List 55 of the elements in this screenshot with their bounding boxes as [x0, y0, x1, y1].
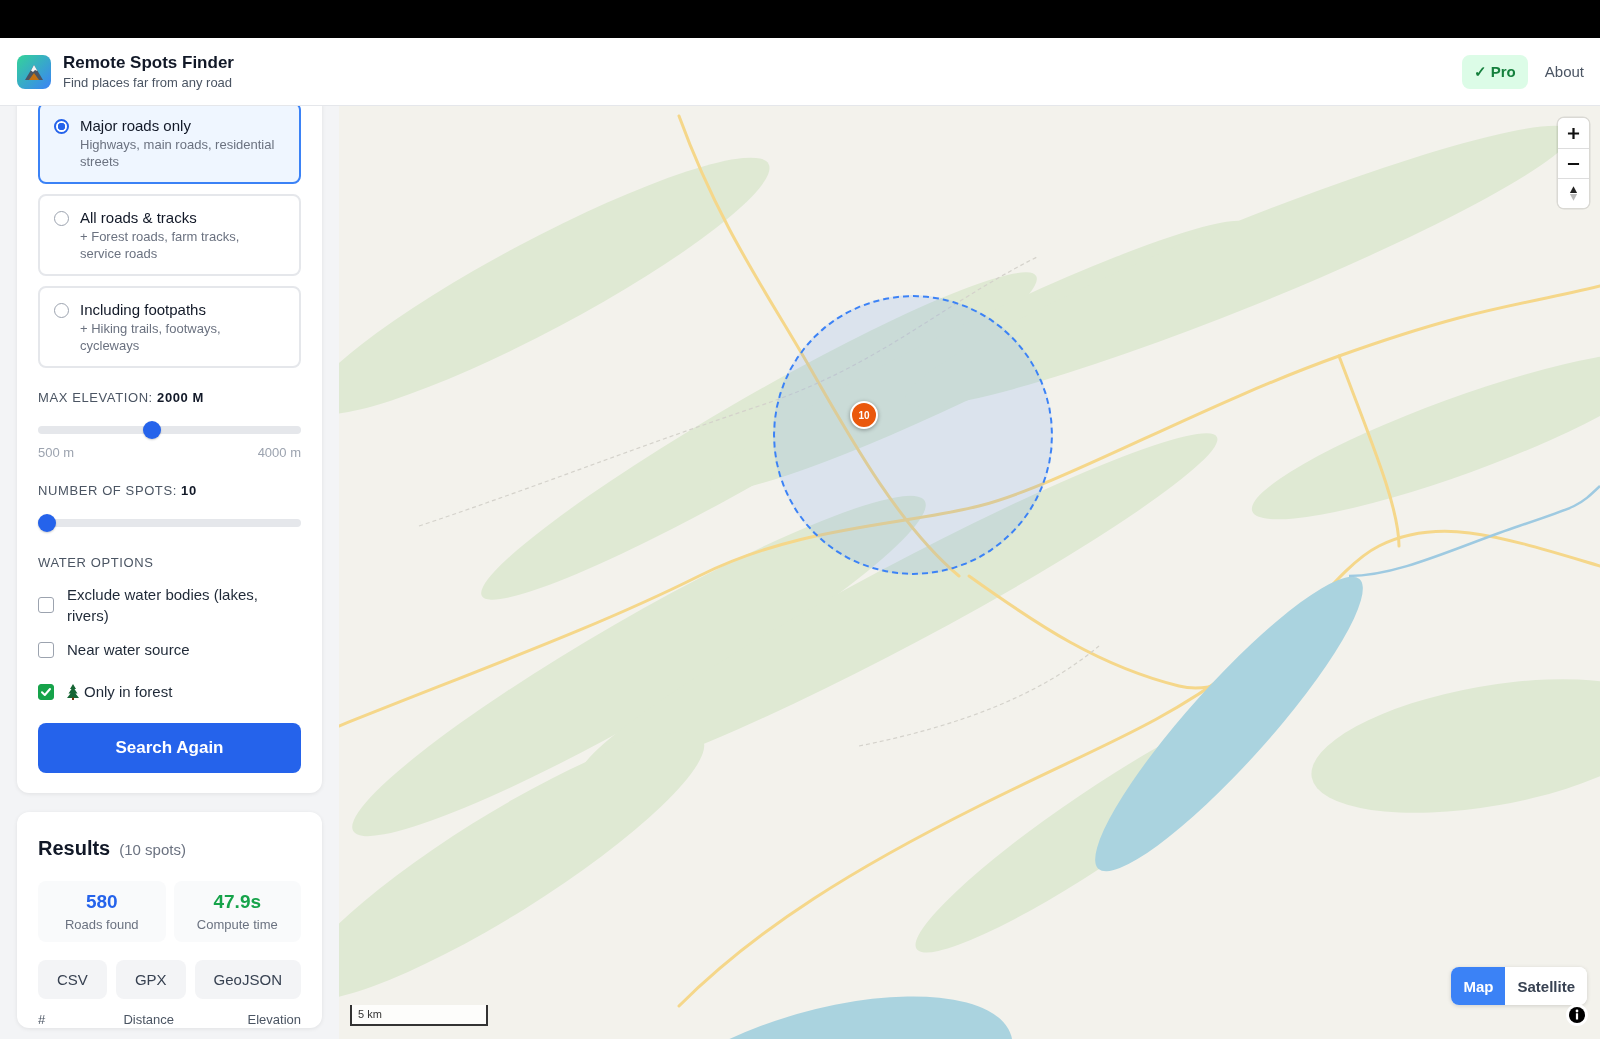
scale-bar: 5 km: [350, 1005, 488, 1026]
section-heading: WATER OPTIONS: [38, 555, 155, 571]
info-icon[interactable]: [1566, 1004, 1588, 1026]
option-title: Including footpaths: [80, 300, 207, 320]
app-title: Remote Spots Finder: [63, 52, 234, 73]
tree-icon: [67, 683, 79, 700]
checkbox-label: Only in forest: [84, 682, 173, 702]
stat-value: 47.9s: [213, 891, 261, 913]
results-title: Results: [38, 836, 111, 860]
road-option-card[interactable]: All roads & tracks + Forest roads, farm tracks, service roads: [38, 194, 301, 276]
elevation-slider[interactable]: [38, 421, 301, 439]
option-description: + Hiking trails, footways, cycleways: [80, 320, 222, 354]
column-header: #: [38, 1012, 47, 1028]
compass-icon: [1569, 186, 1578, 201]
map-type-tab[interactable]: Satellite: [1505, 967, 1587, 1005]
radio-button[interactable]: [54, 302, 69, 318]
road-option-card[interactable]: Major roads only Highways, main roads, residential streets: [38, 106, 301, 184]
radio-button[interactable]: [54, 210, 69, 226]
export-button[interactable]: CSV: [38, 960, 107, 999]
column-header: Elevation: [247, 1012, 301, 1028]
checkbox-label: Exclude water bodies (lakes, rivers): [67, 585, 259, 626]
option-description: Highways, main roads, residential streets: [80, 136, 276, 170]
checkbox[interactable]: [38, 641, 54, 658]
stat-label: Roads found: [64, 917, 139, 933]
checkbox[interactable]: [38, 597, 54, 613]
about-link[interactable]: About: [1544, 63, 1584, 80]
range-min-label: 500 m: [38, 445, 75, 461]
minus-icon: [1567, 161, 1580, 166]
export-button[interactable]: GeoJSON: [194, 960, 301, 999]
stat-label: Compute time: [196, 917, 278, 933]
column-header: Distance: [123, 1012, 175, 1028]
option-description: + Forest roads, farm tracks, service roads: [80, 228, 241, 262]
option-title: Major roads only: [80, 116, 192, 136]
range-max-label: 4000 m: [257, 445, 301, 461]
compass-button[interactable]: [1558, 178, 1589, 208]
slider-label: NUMBER OF SPOTS: 10: [38, 483, 198, 499]
option-title: All roads & tracks: [80, 208, 198, 228]
search-again-button[interactable]: Search Again: [38, 723, 301, 773]
results-count: (10 spots): [119, 841, 186, 858]
slider-thumb[interactable]: [143, 421, 162, 439]
map-type-tab[interactable]: Map: [1451, 967, 1506, 1005]
mountain-logo-icon: [17, 54, 51, 89]
pro-badge: ✓ Pro: [1461, 54, 1528, 89]
stat-value: 580: [85, 891, 118, 913]
checkmark-icon: [40, 685, 52, 698]
radio-button[interactable]: [54, 118, 69, 134]
plus-icon: [1567, 126, 1580, 140]
slider-label: MAX ELEVATION: 2000 M: [38, 390, 205, 406]
road-option-card[interactable]: Including footpaths + Hiking trails, footways, cycleways: [38, 286, 301, 368]
checkbox[interactable]: [38, 683, 54, 700]
checkbox-label: Near water source: [67, 640, 190, 660]
export-button[interactable]: GPX: [115, 960, 186, 999]
slider-thumb[interactable]: [38, 514, 56, 532]
app-subtitle: Find places far from any road: [63, 74, 234, 91]
spots-slider[interactable]: [38, 514, 301, 532]
